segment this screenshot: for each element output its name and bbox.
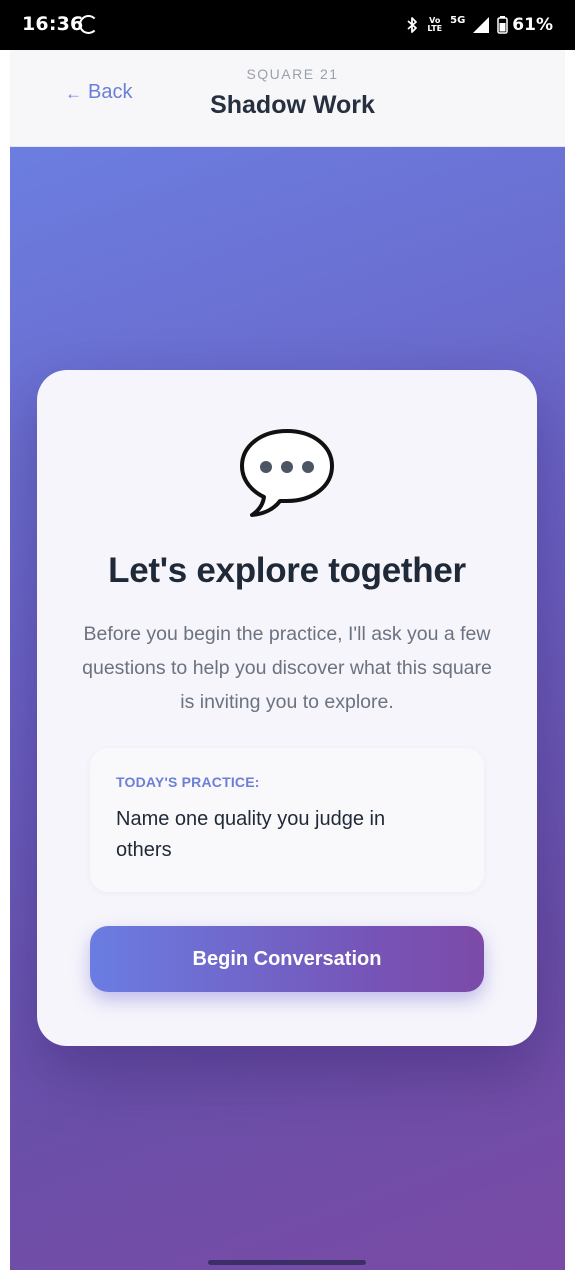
battery-percent: 61% [512, 15, 553, 35]
status-time: 16:36 [22, 13, 84, 35]
card-heading: Let's explore together [108, 551, 466, 590]
battery-icon [497, 16, 509, 34]
practice-label: TODAY'S PRACTICE: [116, 774, 260, 790]
page-title: Shadow Work [210, 91, 375, 119]
card-description: Before you begin the practice, I'll ask … [82, 623, 492, 713]
volte-icon: Vo LTE [427, 16, 443, 33]
status-bar: 16:36 Vo LTE 5G 61% [0, 0, 575, 50]
intro-card: Let's explore together Before you begin … [37, 370, 537, 1046]
status-icons: Vo LTE 5G 61% [405, 12, 553, 38]
practice-box: TODAY'S PRACTICE: Name one quality you j… [90, 748, 484, 892]
home-indicator[interactable] [208, 1260, 366, 1265]
speech-bubble-icon [240, 429, 334, 517]
practice-text: Name one quality you judge in others [116, 808, 386, 861]
network-type: 5G [450, 14, 466, 26]
app-header: ← Back SQUARE 21 Shadow Work [10, 50, 565, 147]
app-screen: ← Back SQUARE 21 Shadow Work Let's explo… [10, 50, 565, 1270]
signal-icon [473, 17, 490, 33]
square-number: SQUARE 21 [246, 66, 339, 82]
bluetooth-icon [405, 16, 419, 34]
loading-icon [79, 15, 98, 34]
begin-conversation-button[interactable]: Begin Conversation [90, 926, 484, 992]
